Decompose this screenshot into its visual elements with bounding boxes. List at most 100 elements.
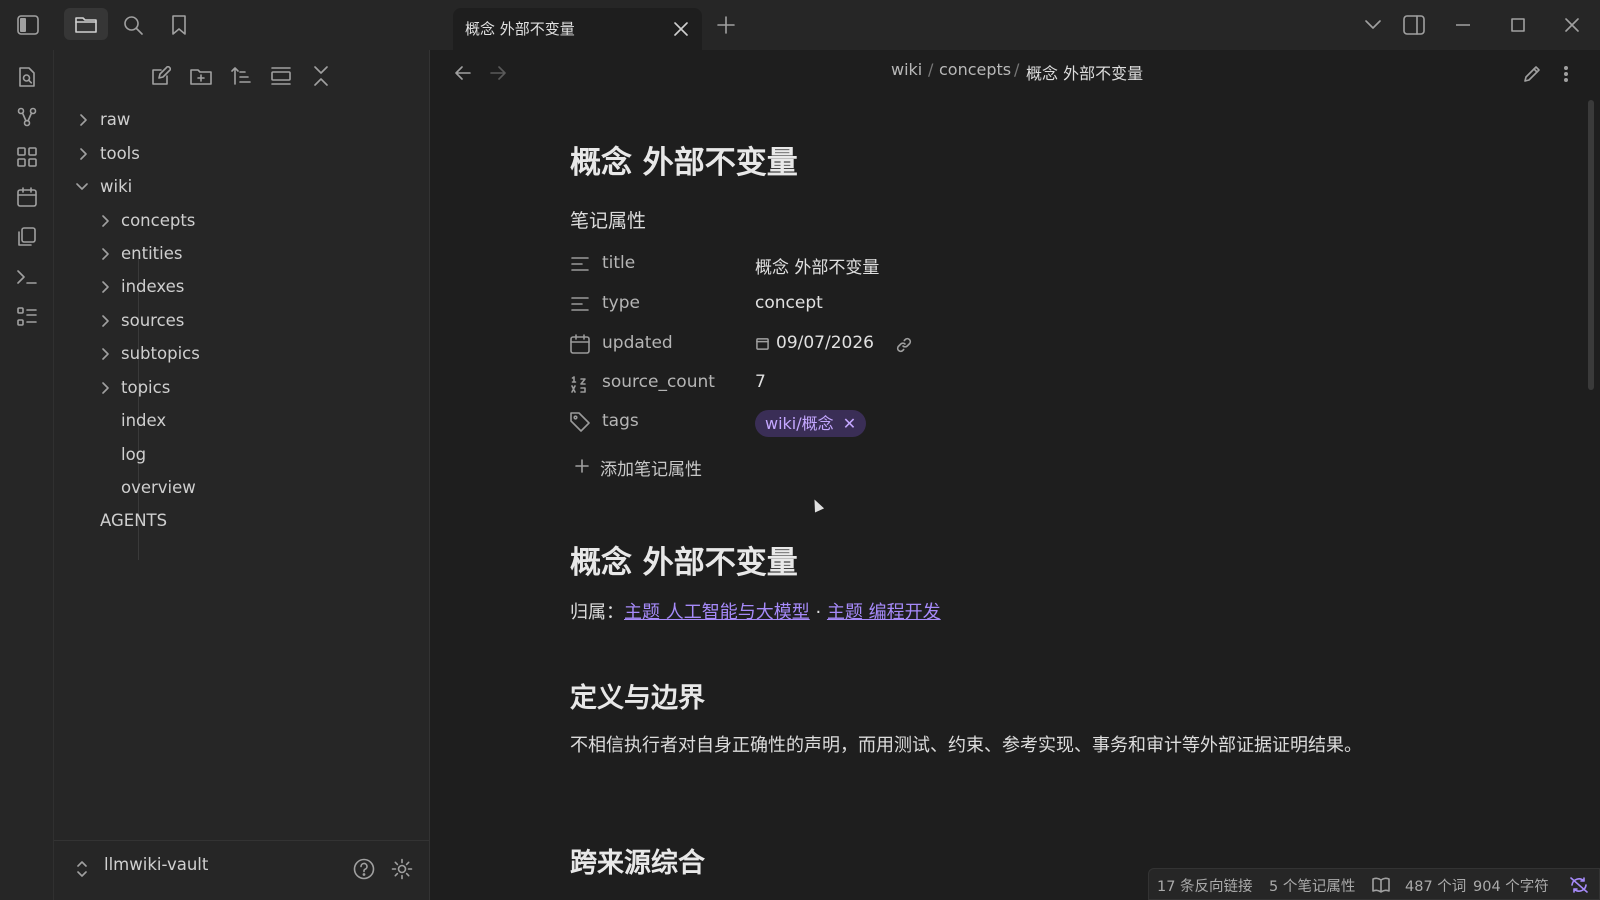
tree-folder-indexes[interactable]: indexes: [121, 273, 184, 301]
list-icon[interactable]: [14, 304, 40, 330]
sidebar-toggle-icon[interactable]: [14, 12, 42, 38]
chevron-right-icon[interactable]: [100, 281, 112, 293]
sync-off-icon[interactable]: [1569, 876, 1589, 894]
internal-link[interactable]: 主题 人工智能与大模型: [624, 602, 810, 623]
tag-icon[interactable]: [570, 412, 590, 432]
chevron-down-icon[interactable]: [1362, 14, 1384, 36]
tree-file-log[interactable]: log: [121, 441, 146, 469]
link-icon[interactable]: [894, 335, 914, 355]
scrollbar[interactable]: [1588, 100, 1594, 390]
tab-active-note[interactable]: 概念 外部不变量: [453, 8, 702, 50]
internal-link[interactable]: 主题 编程开发: [827, 602, 941, 623]
sort-icon[interactable]: [229, 64, 253, 88]
chevron-right-icon[interactable]: [100, 382, 112, 394]
vault-name[interactable]: llmwiki-vault: [104, 855, 208, 874]
section-paragraph: 不相信执行者对自身正确性的声明，而用测试、约束、参考实现、事务和审计等外部证据证…: [570, 735, 1362, 756]
file-explorer: raw tools wiki concepts entities indexes…: [54, 50, 430, 900]
terminal-icon[interactable]: [14, 264, 40, 290]
folder-icon[interactable]: [64, 8, 108, 40]
tag-label[interactable]: wiki/概念: [765, 414, 834, 433]
status-bar: 17 条反向链接 5 个笔记属性 487 个词 904 个字符: [1148, 868, 1600, 900]
more-options-icon[interactable]: [1556, 62, 1576, 86]
text-lines-icon[interactable]: [570, 254, 590, 274]
property-key-updated[interactable]: updated: [602, 333, 673, 353]
breadcrumb-current[interactable]: 概念 外部不变量: [1026, 60, 1143, 84]
chevron-right-icon[interactable]: [100, 215, 112, 227]
reading-view-icon[interactable]: [1371, 876, 1391, 894]
section-heading-definition: 定义与边界: [570, 683, 705, 714]
chevron-right-icon[interactable]: [78, 114, 90, 126]
plus-icon[interactable]: [574, 458, 590, 474]
new-folder-icon[interactable]: [189, 64, 213, 88]
tree-folder-wiki[interactable]: wiki: [100, 173, 132, 201]
tree-folder-entities[interactable]: entities: [121, 240, 182, 268]
chevron-right-icon[interactable]: [100, 348, 112, 360]
canvas-icon[interactable]: [14, 144, 40, 170]
tree-folder-concepts[interactable]: concepts: [121, 207, 195, 235]
breadcrumb-separator: /: [1014, 60, 1020, 79]
edit-pencil-icon[interactable]: [1520, 62, 1544, 86]
forward-arrow-icon[interactable]: [487, 62, 509, 84]
tree-folder-tools[interactable]: tools: [100, 140, 140, 168]
window-close-icon[interactable]: [1561, 14, 1583, 36]
properties-heading[interactable]: 笔记属性: [570, 206, 646, 233]
bookmark-icon[interactable]: [166, 12, 192, 38]
note-heading: 概念 外部不变量: [570, 545, 798, 581]
templates-icon[interactable]: [14, 224, 40, 250]
property-value-updated[interactable]: 09/07/2026: [776, 333, 874, 353]
property-key-tags[interactable]: tags: [602, 411, 639, 431]
tree-file-index[interactable]: index: [121, 407, 166, 435]
tree-folder-subtopics[interactable]: subtopics: [121, 340, 200, 368]
help-icon[interactable]: [352, 857, 376, 881]
chevron-down-icon[interactable]: [76, 181, 88, 193]
right-sidebar-toggle-icon[interactable]: [1400, 12, 1428, 38]
char-count: 904 个字符: [1473, 879, 1549, 895]
breadcrumb-wiki[interactable]: wiki: [891, 60, 922, 79]
chevron-right-icon[interactable]: [100, 248, 112, 260]
property-value-title[interactable]: 概念 外部不变量: [755, 253, 879, 278]
tag-pill[interactable]: wiki/概念 ✕: [755, 410, 867, 437]
maximize-icon[interactable]: [1507, 14, 1529, 36]
title-bar: 概念 外部不变量: [0, 0, 1600, 50]
property-value-type[interactable]: concept: [755, 293, 823, 313]
back-arrow-icon[interactable]: [452, 62, 474, 84]
calendar-icon[interactable]: [14, 184, 40, 210]
collapse-icon[interactable]: [269, 64, 293, 88]
minimize-icon[interactable]: [1452, 14, 1474, 36]
backlinks-count[interactable]: 17 条反向链接: [1157, 875, 1253, 896]
tree-file-agents[interactable]: AGENTS: [100, 507, 167, 535]
properties-count[interactable]: 5 个笔记属性: [1269, 875, 1355, 896]
vault-switcher-icon[interactable]: [74, 859, 90, 879]
new-note-icon[interactable]: [149, 64, 173, 88]
text-lines-icon[interactable]: [570, 294, 590, 314]
settings-gear-icon[interactable]: [390, 857, 414, 881]
new-tab-icon[interactable]: [715, 14, 737, 36]
tree-folder-topics[interactable]: topics: [121, 374, 170, 402]
property-key-source-count[interactable]: source_count: [602, 372, 715, 392]
link-separator: ·: [815, 602, 822, 623]
chevron-right-icon[interactable]: [78, 148, 90, 160]
search-icon[interactable]: [120, 12, 146, 38]
breadcrumb-separator: /: [928, 60, 934, 79]
number-icon[interactable]: [570, 374, 590, 394]
tree-folder-raw[interactable]: raw: [100, 106, 130, 134]
property-value-source-count[interactable]: 7: [755, 372, 766, 392]
section-heading-synthesis: 跨来源综合: [570, 848, 705, 879]
property-key-title[interactable]: title: [602, 253, 635, 273]
graph-view-icon[interactable]: [14, 104, 40, 130]
vault-footer: llmwiki-vault: [54, 840, 430, 900]
property-key-type[interactable]: type: [602, 293, 640, 313]
breadcrumb-concepts[interactable]: concepts: [939, 60, 1011, 79]
open-quick-switcher-icon[interactable]: [14, 64, 40, 90]
close-icon[interactable]: [671, 19, 691, 39]
add-property-button[interactable]: 添加笔记属性: [600, 455, 702, 480]
chevron-right-icon[interactable]: [100, 315, 112, 327]
tree-folder-sources[interactable]: sources: [121, 307, 184, 335]
calendar-icon[interactable]: [570, 334, 590, 354]
date-picker-icon[interactable]: [755, 336, 769, 350]
word-count: 487 个词: [1405, 879, 1467, 895]
belongs-line: 归属：主题 人工智能与大模型 · 主题 编程开发: [570, 598, 941, 624]
remove-tag-icon[interactable]: ✕: [843, 414, 856, 433]
tree-file-overview[interactable]: overview: [121, 474, 196, 502]
collapse-all-icon[interactable]: [309, 64, 333, 88]
